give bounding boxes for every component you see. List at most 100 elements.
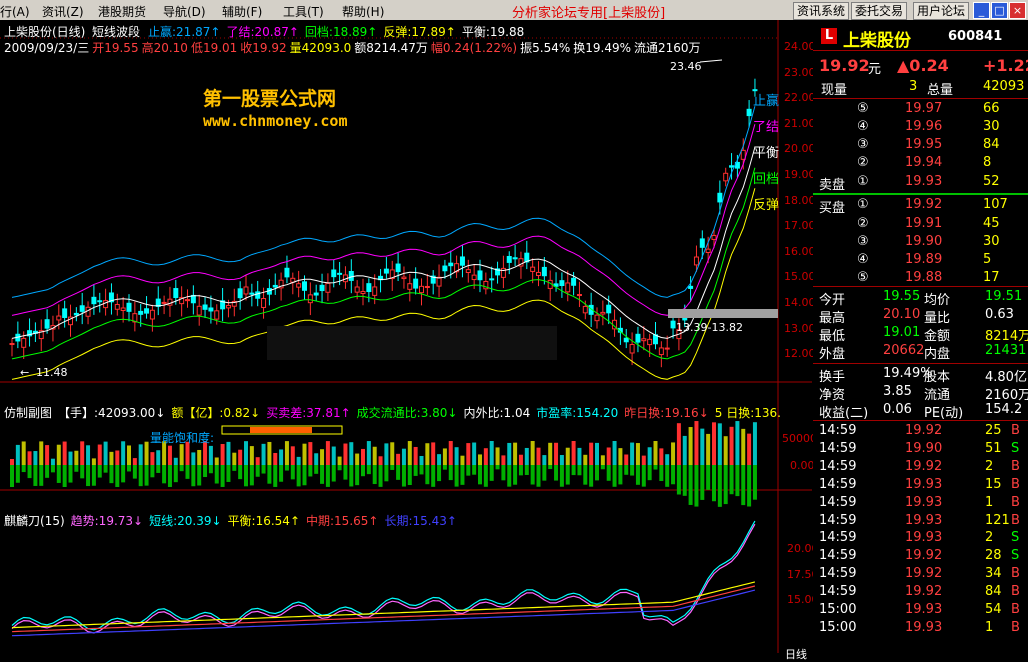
volume-header-item-8: 5 日换:136. — [714, 406, 781, 420]
volume-bar-up — [489, 441, 494, 465]
volume-bar-down — [665, 465, 670, 487]
candle-body — [354, 286, 360, 293]
news-system-button[interactable]: 资讯系统 — [793, 2, 850, 20]
volume-bar-down — [571, 465, 576, 476]
candle-body — [448, 262, 454, 267]
menu-item-assist[interactable]: 辅助(F) — [222, 3, 262, 20]
volume-bar-down — [565, 465, 570, 485]
volume-bar-down — [21, 465, 26, 473]
close-icon[interactable]: × — [1009, 2, 1026, 19]
volume-bar-up — [261, 443, 266, 465]
ask-level-1-row[interactable]: 卖盘 ① 19.93 52 — [813, 174, 1028, 193]
volume-bar-down — [460, 465, 465, 485]
kirin-header-item-0: 麒麟刀(15) — [4, 514, 65, 528]
tick-row: 14:59 19.92 34 B — [819, 566, 1020, 582]
candle-body — [325, 282, 331, 293]
indicator-values: 止赢:21.87↑ 了结:20.87↑ 回档:18.89↑ 反弹:17.89↑ 平衡:1… — [148, 23, 530, 40]
volume-bar-up — [39, 441, 44, 465]
forum-button[interactable]: 用户论坛 — [913, 2, 970, 20]
tick-row: 15:00 19.93 1 B — [819, 619, 1020, 635]
candle-body — [413, 278, 419, 289]
volume-bar-down — [366, 465, 371, 475]
minimize-icon[interactable]: _ — [973, 2, 990, 19]
candle-body — [114, 304, 120, 310]
candle-body — [62, 308, 68, 318]
volume-bar-down — [583, 465, 588, 485]
occlusion-block — [267, 326, 557, 360]
candle-body — [693, 256, 699, 266]
volume-bar-down — [577, 465, 582, 476]
watermark-url: www.chnmoney.com — [203, 112, 348, 130]
menu-item-help[interactable]: 帮助(H) — [342, 3, 384, 20]
total-volume: 42093 — [983, 79, 1025, 94]
volume-bar-up — [741, 428, 746, 465]
ask-level-row[interactable]: ⑤ 19.97 66 — [813, 101, 1028, 119]
volume-bar-up — [676, 423, 681, 465]
volume-bar-down — [361, 465, 365, 477]
ask-level-row[interactable]: ③ 19.95 84 — [813, 137, 1028, 155]
chart-canvas[interactable] — [0, 20, 812, 653]
candle-body — [658, 347, 664, 356]
candle-body — [255, 291, 261, 299]
menu-item-news[interactable]: 资讯(Z) — [42, 3, 84, 20]
volume-header-item-5: 内外比:1.04 — [463, 406, 531, 420]
period-label[interactable]: 日线 — [785, 646, 807, 662]
menu-item-tools[interactable]: 工具(T) — [283, 3, 324, 20]
main-y-tick: 12.00 — [784, 347, 816, 361]
volume-bar-down — [524, 465, 529, 475]
ask-level-row[interactable]: ④ 19.96 30 — [813, 119, 1028, 137]
menu-item-trade[interactable]: 行(A) — [0, 3, 30, 20]
volume-bar-up — [138, 444, 143, 465]
volume-bar-down — [138, 465, 143, 487]
volume-bar-down — [448, 465, 453, 481]
menu-item-navigate[interactable]: 导航(D) — [163, 3, 206, 20]
maximize-icon[interactable]: □ — [991, 2, 1008, 19]
candle-body — [249, 292, 255, 295]
quote-info-line: 2009/09/23/三 开19.55 高20.10 低19.01 收19.92 量420… — [4, 39, 704, 56]
menu-item-hk-futures[interactable]: 港股期货 — [98, 3, 146, 20]
bid-level-row[interactable]: ④ 19.89 5 — [813, 252, 1028, 270]
volume-bar-down — [717, 465, 722, 507]
volume-bar-down — [700, 465, 705, 500]
volume-bar-down — [501, 465, 506, 481]
volume-bar-up — [314, 453, 319, 465]
candle-body — [302, 281, 307, 291]
volume-bar-down — [641, 465, 646, 487]
volume-bar-up — [74, 450, 79, 465]
main-y-tick: 24.00 — [784, 40, 816, 53]
volume-bar-down — [74, 465, 79, 472]
volume-bar-down — [495, 465, 500, 470]
volume-bar-up — [244, 441, 248, 465]
main-y-tick: 14.00 — [784, 296, 816, 309]
window-title: 分析家论坛专用[上柴股份] — [512, 6, 666, 21]
volume-bar-up — [173, 457, 178, 465]
volume-bar-up — [97, 444, 102, 465]
volume-bar-down — [249, 465, 254, 486]
candle-body — [600, 311, 606, 315]
volume-bar-up — [407, 441, 412, 465]
volume-bar-down — [378, 465, 383, 487]
volume-bar-up — [589, 442, 594, 465]
volume-bar-down — [191, 465, 196, 487]
ask-level-row[interactable]: ② 19.94 8 — [813, 155, 1028, 173]
volume-y-tick-zero: 0.00 — [790, 459, 815, 472]
volume-bar-down — [706, 465, 711, 490]
volume-bar-down — [320, 465, 325, 484]
chart-area[interactable]: 上柴股份(日线) 短线波段 止赢:21.87↑ 了结:20.87↑ 回档:18.89… — [0, 20, 819, 661]
bid-level-1-row[interactable]: 买盘 ① 19.92 107 — [813, 197, 1028, 216]
candle-body — [506, 256, 512, 263]
bid-level-row[interactable]: ② 19.91 45 — [813, 216, 1028, 234]
trade-button[interactable]: 委托交易 — [851, 2, 908, 20]
info-item-5: 量42093.0 — [289, 41, 352, 55]
kirin-header-item-2: 短线:20.39↓ — [149, 514, 222, 528]
volume-bar-up — [454, 447, 459, 465]
volume-bar-down — [729, 465, 734, 495]
stat-row: 最低 19.01 金额 8214万 — [819, 325, 1028, 344]
volume-bar-up — [372, 446, 377, 465]
volume-bar-up — [27, 451, 32, 465]
bid-level-row[interactable]: ③ 19.90 30 — [813, 234, 1028, 252]
volume-bar-down — [150, 465, 155, 478]
volume-bar-down — [109, 465, 114, 484]
volume-header-item-7: 昨日换:19.16↓ — [624, 406, 709, 420]
volume-bar-down — [179, 465, 184, 472]
